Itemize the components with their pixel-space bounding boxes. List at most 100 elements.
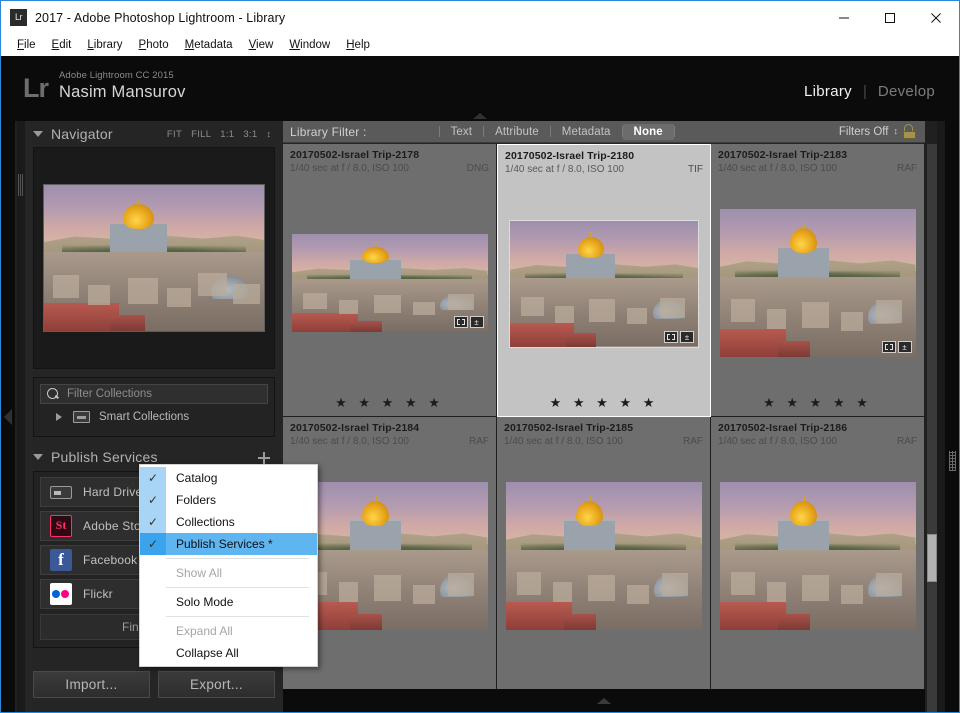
right-panel-toggle[interactable]	[945, 121, 959, 712]
context-menu-label: Publish Services *	[176, 537, 273, 551]
context-menu-item-expand-all[interactable]: Expand All	[140, 620, 317, 642]
flickr-icon	[50, 583, 72, 605]
cell-rating[interactable]: · · · · ·	[711, 662, 924, 689]
publish-service-label: Facebook	[83, 553, 138, 567]
context-menu-label: Collapse All	[176, 646, 239, 660]
grid-cell[interactable]: 20170502-Israel Trip-2178 1/40 sec at f …	[283, 144, 497, 417]
crop-badge-icon[interactable]	[664, 330, 678, 343]
identity-plate[interactable]: Lr Adobe Lightroom CC 2015 Nasim Mansuro…	[23, 70, 186, 103]
grid-scrollbar[interactable]	[927, 144, 937, 712]
chevron-up-icon	[473, 112, 487, 119]
menu-edit[interactable]: Edit	[44, 37, 80, 53]
left-panel-toggle[interactable]	[1, 121, 15, 712]
navigator-preview[interactable]	[33, 147, 275, 369]
filter-tab-metadata[interactable]: Metadata	[551, 124, 622, 140]
maximize-button[interactable]	[867, 1, 913, 34]
develop-badge-icon[interactable]: ±	[469, 316, 484, 328]
context-menu-label: Folders	[176, 493, 217, 507]
nav-mode-fill[interactable]: FILL	[191, 129, 211, 140]
grid-cell[interactable]: 20170502-Israel Trip-2185 1/40 sec at f …	[497, 417, 711, 690]
module-develop[interactable]: Develop	[878, 83, 935, 100]
grid-cell[interactable]: 20170502-Israel Trip-2183 1/40 sec at f …	[711, 144, 925, 417]
context-menu-item-collections[interactable]: ✓ Collections	[140, 511, 317, 533]
smart-collections-row[interactable]: Smart Collections	[40, 404, 268, 430]
add-publish-service-icon[interactable]	[258, 452, 270, 464]
minimize-button[interactable]	[821, 1, 867, 34]
develop-badge-icon[interactable]: ±	[897, 341, 912, 353]
cell-rating[interactable]: ★ ★ ★ ★ ★	[711, 389, 924, 416]
filters-state-group[interactable]: Filters Off ↕	[839, 124, 918, 139]
cell-exif: 1/40 sec at f / 8.0, ISO 100	[505, 164, 624, 175]
nav-mode-fit[interactable]: FIT	[167, 129, 182, 140]
minimize-icon	[839, 17, 849, 18]
adobe-stock-icon: St	[50, 515, 72, 537]
right-panel-grip[interactable]	[937, 121, 945, 712]
menu-metadata-label: M	[184, 39, 195, 51]
menu-view[interactable]: View	[241, 37, 282, 53]
context-menu-item-publish-services[interactable]: ✓ Publish Services *	[140, 533, 317, 555]
menu-library[interactable]: Library	[79, 37, 130, 53]
menu-window[interactable]: Window	[281, 37, 338, 53]
thumbnail[interactable]	[505, 482, 702, 630]
publish-services-title: Publish Services	[51, 449, 158, 465]
filter-collections-input[interactable]: Filter Collections	[40, 384, 268, 404]
cell-rating[interactable]: ★ ★ ★ ★ ★	[498, 389, 710, 416]
context-menu-item-catalog[interactable]: ✓ Catalog	[140, 467, 317, 489]
library-filter-bar: Library Filter : Text Attribute Metadata…	[283, 121, 925, 143]
develop-badge-icon[interactable]: ±	[680, 330, 694, 343]
module-separator: |	[862, 83, 867, 100]
context-menu-item-collapse-all[interactable]: Collapse All	[140, 642, 317, 664]
menu-file-label: F	[17, 39, 25, 51]
menu-file[interactable]: File	[9, 37, 44, 53]
grid-cell-selected[interactable]: 20170502-Israel Trip-2180 1/40 sec at f …	[497, 144, 711, 417]
nav-mode-1-1[interactable]: 1:1	[220, 129, 234, 140]
publish-service-label: Hard Drive	[83, 485, 143, 499]
crop-badge-icon[interactable]	[453, 316, 468, 328]
thumbnail-badges: ±	[453, 316, 484, 328]
filter-tab-attribute[interactable]: Attribute	[484, 124, 550, 140]
cell-rating[interactable]: ★ ★ ★ ★ ★	[283, 389, 496, 416]
close-button[interactable]	[913, 1, 959, 34]
filter-tab-none[interactable]: None	[622, 123, 674, 140]
thumbnail[interactable]: ±	[291, 234, 488, 332]
scrollbar-thumb[interactable]	[927, 534, 937, 582]
filters-stepper-icon[interactable]: ↕	[894, 127, 899, 136]
nav-mode-3-1[interactable]: 3:1	[243, 129, 257, 140]
lock-open-icon[interactable]	[903, 124, 916, 139]
import-button[interactable]: Import...	[33, 671, 150, 698]
grid-cell[interactable]: 20170502-Israel Trip-2186 1/40 sec at f …	[711, 417, 925, 690]
facebook-icon: f	[50, 549, 72, 571]
thumbnail[interactable]	[719, 482, 916, 630]
left-panel-grip[interactable]	[17, 121, 25, 712]
thumbnail[interactable]: ±	[719, 209, 916, 357]
filmstrip-toggle[interactable]	[283, 689, 925, 712]
check-icon: ✓	[140, 489, 166, 511]
panel-context-menu: ✓ Catalog ✓ Folders ✓ Collections ✓ Publ…	[139, 464, 318, 667]
context-menu-item-show-all[interactable]: Show All	[140, 562, 317, 584]
navigator-title: Navigator	[51, 126, 113, 142]
top-panel-toggle[interactable]	[1, 111, 959, 120]
cell-exif: 1/40 sec at f / 8.0, ISO 100	[718, 163, 837, 174]
context-menu-item-solo-mode[interactable]: Solo Mode	[140, 591, 317, 613]
window-controls	[821, 1, 959, 34]
thumbnail[interactable]: ±	[509, 219, 699, 348]
filter-tab-text[interactable]: Text	[440, 124, 484, 140]
nav-zoom-stepper-icon[interactable]: ↕	[267, 129, 272, 139]
menubar: File Edit Library Photo Metadata View Wi…	[1, 34, 959, 56]
context-menu-item-folders[interactable]: ✓ Folders	[140, 489, 317, 511]
library-filter-title: Library Filter :	[290, 124, 367, 139]
cell-format: TIF	[688, 164, 703, 175]
module-library[interactable]: Library	[804, 83, 852, 100]
hard-drive-icon	[50, 485, 72, 499]
filter-collections-placeholder: Filter Collections	[67, 388, 152, 400]
menu-photo[interactable]: Photo	[131, 37, 177, 53]
cell-rating[interactable]: · · · · ·	[497, 662, 710, 689]
export-button[interactable]: Export...	[158, 671, 275, 698]
thumbnail[interactable]	[291, 482, 488, 630]
navigator-header[interactable]: Navigator FIT FILL 1:1 3:1 ↕	[33, 121, 275, 147]
menu-help[interactable]: Help	[338, 37, 378, 53]
crop-badge-icon[interactable]	[881, 341, 896, 353]
chevron-right-icon[interactable]	[56, 413, 62, 421]
menu-metadata[interactable]: Metadata	[177, 37, 241, 53]
navigator-modes: FIT FILL 1:1 3:1 ↕	[167, 129, 275, 140]
